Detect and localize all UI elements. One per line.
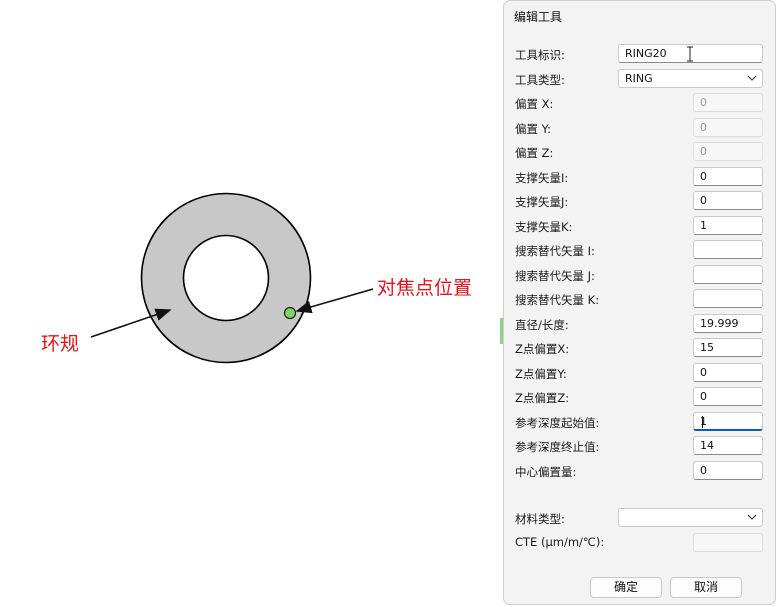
field-row-z-offset-y: Z点偏置Y: 0 bbox=[504, 362, 775, 384]
support-i-label: 支撑矢量I: bbox=[515, 170, 569, 185]
field-row-offset-y: 偏置 Y: 0 bbox=[504, 117, 775, 139]
offset-z-field: 0 bbox=[693, 142, 763, 161]
field-row-search-k: 搜索替代矢量 K: bbox=[504, 288, 775, 310]
support-i-field[interactable]: 0 bbox=[693, 166, 763, 186]
chevron-down-icon bbox=[747, 514, 757, 520]
field-row-tool-type: 工具类型: RING bbox=[504, 68, 775, 90]
field-row-ref-depth-start: 参考深度起始值: 1 bbox=[504, 411, 775, 433]
search-i-field[interactable] bbox=[693, 240, 763, 259]
field-row-z-offset-x: Z点偏置X: 15 bbox=[504, 337, 775, 359]
cancel-button[interactable]: 取消 bbox=[670, 577, 742, 598]
search-k-label: 搜索替代矢量 K: bbox=[515, 293, 600, 307]
z-offset-z-field[interactable]: 0 bbox=[693, 387, 763, 406]
material-row: 材料类型: bbox=[504, 507, 775, 529]
drawing-canvas: 环规 对焦点位置 bbox=[0, 0, 500, 607]
support-j-label: 支撑矢量J: bbox=[515, 195, 569, 209]
offset-z-label: 偏置 Z: bbox=[515, 146, 554, 160]
ring-gauge-label: 环规 bbox=[41, 333, 80, 355]
support-j-field[interactable]: 0 bbox=[693, 191, 763, 210]
ref-depth-end-label: 参考深度终止值: bbox=[515, 440, 600, 454]
center-offset-label: 中心偏置量: bbox=[515, 464, 577, 479]
tool-id-label: 工具标识: bbox=[515, 48, 565, 62]
ref-depth-start-label: 参考深度起始值: bbox=[515, 415, 600, 430]
z-offset-y-label: Z点偏置Y: bbox=[515, 366, 567, 381]
tool-type-value: RING bbox=[625, 71, 653, 85]
center-offset-field[interactable]: 0 bbox=[693, 460, 763, 480]
field-row-z-offset-z: Z点偏置Z: 0 bbox=[504, 386, 775, 408]
field-row-support-i: 支撑矢量I: 0 bbox=[504, 166, 775, 188]
support-k-field[interactable]: 1 bbox=[693, 215, 763, 235]
cte-label: CTE (µm/m/℃): bbox=[515, 535, 605, 549]
diameter-field[interactable]: 19.999 bbox=[693, 313, 763, 333]
diameter-label: 直径/长度: bbox=[515, 317, 569, 332]
ring-diagram bbox=[90, 192, 374, 364]
field-row-support-j: 支撑矢量J: 0 bbox=[504, 190, 775, 212]
z-offset-x-label: Z点偏置X: bbox=[515, 342, 570, 356]
cte-field bbox=[693, 533, 763, 552]
search-k-field[interactable] bbox=[693, 289, 763, 308]
field-row-ref-depth-end: 参考深度终止值: 14 bbox=[504, 435, 775, 457]
ref-depth-end-field[interactable]: 14 bbox=[693, 436, 763, 455]
tool-type-label: 工具类型: bbox=[515, 72, 565, 87]
offset-x-field: 0 bbox=[693, 93, 763, 112]
offset-y-field: 0 bbox=[693, 117, 763, 137]
support-k-label: 支撑矢量K: bbox=[515, 219, 573, 234]
material-label: 材料类型: bbox=[515, 512, 565, 526]
edit-tool-dialog: 编辑工具 工具标识: RING20 工具类型: RING 偏置 X: 0 偏置 Y: 0 偏置 … bbox=[503, 0, 776, 605]
field-row-support-k: 支撑矢量K: 1 bbox=[504, 215, 775, 237]
offset-y-label: 偏置 Y: bbox=[515, 121, 552, 136]
dialog-title: 编辑工具 bbox=[514, 10, 563, 24]
focus-position-label: 对焦点位置 bbox=[377, 277, 473, 299]
field-row-search-i: 搜索替代矢量 I: bbox=[504, 239, 775, 261]
ok-button[interactable]: 确定 bbox=[590, 577, 662, 598]
focus-point-marker bbox=[283, 306, 297, 320]
ref-depth-start-field[interactable]: 1 bbox=[693, 411, 763, 431]
text-caret bbox=[702, 415, 703, 428]
field-row-diameter: 直径/长度: 19.999 bbox=[504, 313, 775, 335]
field-row-tool-id: 工具标识: RING20 bbox=[504, 43, 775, 65]
field-row-offset-x: 偏置 X: 0 bbox=[504, 92, 775, 114]
field-row-offset-z: 偏置 Z: 0 bbox=[504, 141, 775, 163]
z-offset-y-field[interactable]: 0 bbox=[693, 362, 763, 382]
field-row-center-offset: 中心偏置量: 0 bbox=[504, 460, 775, 482]
material-select[interactable] bbox=[618, 508, 763, 527]
z-offset-z-label: Z点偏置Z: bbox=[515, 391, 570, 405]
offset-x-label: 偏置 X: bbox=[515, 97, 554, 111]
ibeam-cursor-icon bbox=[686, 46, 694, 66]
z-offset-x-field[interactable]: 15 bbox=[693, 338, 763, 357]
search-j-label: 搜索替代矢量 J: bbox=[515, 268, 595, 283]
tool-type-select[interactable]: RING bbox=[618, 68, 763, 88]
search-j-field[interactable] bbox=[693, 264, 763, 284]
field-row-search-j: 搜索替代矢量 J: bbox=[504, 264, 775, 286]
cte-row: CTE (µm/m/℃): bbox=[504, 531, 775, 553]
search-i-label: 搜索替代矢量 I: bbox=[515, 244, 595, 258]
ring-gauge-inner bbox=[182, 234, 270, 322]
chevron-down-icon bbox=[747, 75, 757, 81]
